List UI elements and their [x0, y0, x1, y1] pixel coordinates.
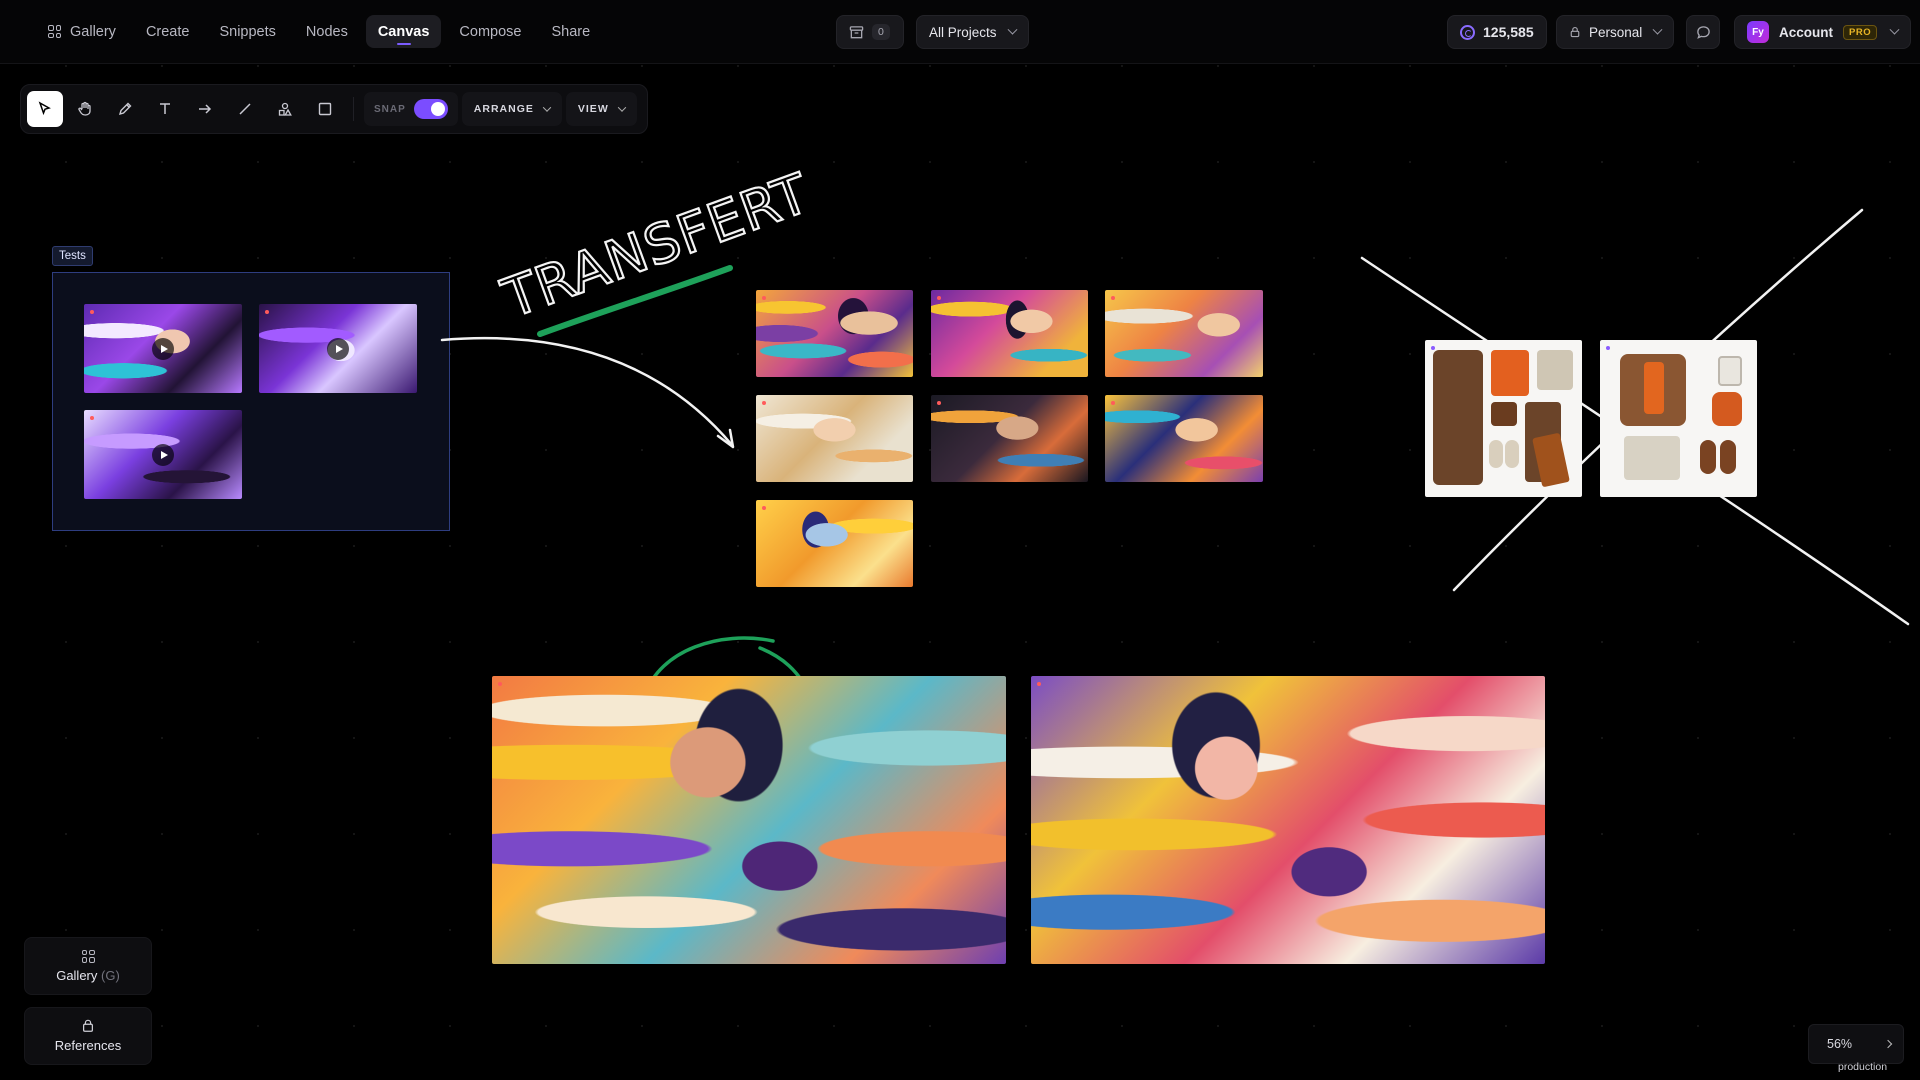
status-dot: [1431, 346, 1435, 350]
reference-image[interactable]: [1600, 340, 1757, 497]
result-image[interactable]: [931, 395, 1088, 482]
result-image[interactable]: [756, 500, 913, 587]
grid-icon: [81, 949, 95, 963]
result-image[interactable]: [1105, 290, 1263, 377]
featured-image[interactable]: [1031, 676, 1545, 964]
status-dot: [1111, 401, 1115, 405]
status-dot: [762, 296, 766, 300]
status-dot: [1037, 682, 1041, 686]
references-icon: [83, 1019, 93, 1032]
status-dot: [498, 682, 502, 686]
result-image[interactable]: [1105, 395, 1263, 482]
connector-arrow[interactable]: [440, 336, 734, 447]
reference-image[interactable]: [1425, 340, 1582, 497]
status-dot: [1111, 296, 1115, 300]
status-dot: [762, 506, 766, 510]
result-image[interactable]: [756, 290, 913, 377]
environment-label: production: [1838, 1061, 1888, 1073]
references-panel-label: References: [54, 1038, 122, 1053]
featured-image[interactable]: [492, 676, 1006, 964]
chevron-right-icon[interactable]: [1883, 1039, 1893, 1049]
gallery-panel-label: Gallery: [56, 967, 98, 983]
references-panel-button[interactable]: References: [24, 1007, 152, 1065]
result-image[interactable]: [931, 290, 1088, 377]
gallery-panel-button[interactable]: Gallery (G): [24, 937, 152, 995]
zoom-control[interactable]: 56%: [1808, 1024, 1904, 1064]
zoom-level: 56%: [1827, 1037, 1853, 1051]
status-dot: [1606, 346, 1610, 350]
result-image[interactable]: [756, 395, 913, 482]
gallery-hotkey: (G): [101, 967, 120, 983]
status-dot: [937, 401, 941, 405]
status-dot: [937, 296, 941, 300]
gallery-panel-label-row: Gallery (G): [56, 968, 120, 983]
status-dot: [762, 401, 766, 405]
